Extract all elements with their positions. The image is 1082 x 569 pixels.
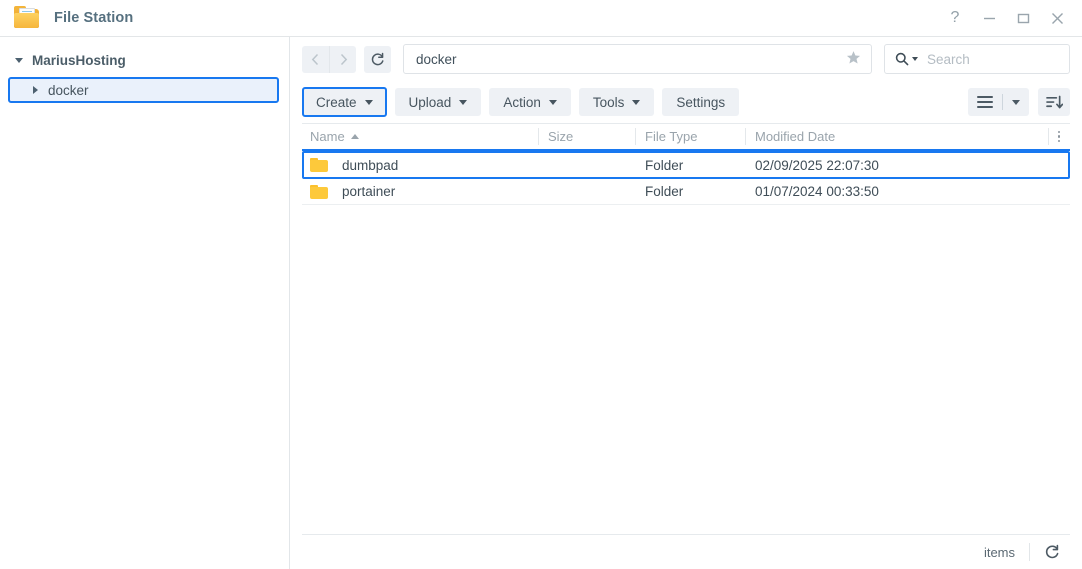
- refresh-button[interactable]: [364, 45, 391, 73]
- more-vertical-icon[interactable]: [1048, 124, 1070, 149]
- title-bar: File Station ?: [0, 0, 1082, 37]
- chevron-down-icon[interactable]: [912, 57, 918, 61]
- sidebar-root-label: MariusHosting: [32, 52, 126, 68]
- chevron-down-icon: [1012, 99, 1020, 105]
- action-button[interactable]: Action: [489, 88, 571, 116]
- action-button-label: Action: [503, 94, 541, 110]
- history-buttons: [302, 45, 356, 73]
- folder-icon: [14, 6, 40, 30]
- minimize-button[interactable]: [972, 3, 1006, 33]
- item-count-label: items: [983, 544, 1015, 560]
- search-icon[interactable]: [895, 52, 909, 66]
- help-button[interactable]: ?: [938, 3, 972, 33]
- folder-icon: [310, 184, 328, 199]
- settings-button-label: Settings: [676, 94, 726, 110]
- file-type-cell: Folder: [645, 184, 684, 199]
- sort-ascending-icon: [350, 134, 359, 139]
- file-station-window: File Station ? MariusHosting docker dock…: [0, 0, 1082, 569]
- chevron-right-icon: [340, 53, 347, 65]
- view-mode-dropdown-button[interactable]: [1003, 88, 1029, 116]
- maximize-icon: [1017, 13, 1029, 23]
- create-button[interactable]: Create: [302, 87, 387, 117]
- settings-button[interactable]: Settings: [662, 88, 740, 116]
- column-header-name[interactable]: Name: [302, 124, 538, 149]
- table-row[interactable]: dumbpad Folder 02/09/2025 22:07:30: [302, 151, 1070, 179]
- file-list: Name Size File Type Modified Date dumbpa…: [302, 123, 1070, 534]
- file-name-cell: portainer: [302, 184, 538, 199]
- file-date-cell: 02/09/2025 22:07:30: [755, 157, 879, 173]
- file-type-cell: Folder: [645, 157, 684, 173]
- tools-button[interactable]: Tools: [578, 88, 655, 116]
- upload-button[interactable]: Upload: [394, 88, 482, 116]
- tools-button-label: Tools: [592, 94, 625, 110]
- file-name-cell: dumbpad: [304, 158, 538, 173]
- status-bar: items: [302, 534, 1070, 569]
- folder-icon: [310, 158, 328, 172]
- window-title: File Station: [54, 10, 134, 26]
- column-header-file-type-label: File Type: [645, 129, 698, 144]
- search-box[interactable]: Search: [884, 44, 1070, 74]
- path-input[interactable]: docker: [416, 52, 846, 67]
- chevron-down-icon: [548, 99, 557, 105]
- navigation-bar: docker Search: [290, 37, 1082, 81]
- caret-right-icon[interactable]: [28, 86, 42, 94]
- file-name-label: dumbpad: [342, 157, 399, 173]
- sidebar-item-mariushosting[interactable]: MariusHosting: [0, 46, 289, 74]
- divider: [1029, 543, 1030, 561]
- file-date-cell: 01/07/2024 00:33:50: [755, 184, 879, 199]
- sidebar-item-docker[interactable]: docker: [8, 77, 279, 103]
- view-mode-group: [968, 88, 1029, 116]
- column-header-file-type[interactable]: File Type: [635, 124, 745, 149]
- create-button-label: Create: [316, 94, 357, 110]
- chevron-left-icon: [311, 53, 319, 65]
- upload-button-label: Upload: [408, 94, 452, 110]
- column-header-name-label: Name: [310, 129, 345, 144]
- minimize-icon: [983, 17, 995, 19]
- table-header: Name Size File Type Modified Date: [302, 124, 1070, 151]
- caret-down-icon[interactable]: [12, 57, 26, 63]
- star-icon[interactable]: [846, 50, 861, 69]
- sidebar-item-label: docker: [48, 82, 89, 98]
- list-view-icon[interactable]: [968, 88, 1002, 116]
- forward-button[interactable]: [329, 45, 356, 73]
- view-controls: [968, 88, 1070, 116]
- chevron-down-icon: [364, 99, 373, 105]
- refresh-icon: [371, 52, 384, 65]
- sidebar: MariusHosting docker: [0, 37, 290, 569]
- sort-descending-icon[interactable]: [1038, 88, 1070, 116]
- table-body: dumbpad Folder 02/09/2025 22:07:30 porta…: [302, 151, 1070, 534]
- chevron-down-icon: [632, 99, 641, 105]
- sidebar-children: docker: [8, 77, 279, 103]
- refresh-icon[interactable]: [1044, 544, 1060, 560]
- maximize-button[interactable]: [1006, 3, 1040, 33]
- back-button[interactable]: [302, 45, 329, 73]
- chevron-down-icon: [459, 99, 468, 105]
- close-button[interactable]: [1040, 3, 1074, 33]
- window-body: MariusHosting docker docker Search Creat…: [0, 37, 1082, 569]
- search-input[interactable]: Search: [927, 52, 970, 67]
- column-header-modified-date-label: Modified Date: [755, 129, 836, 144]
- action-toolbar: Create Upload Action Tools Settings: [290, 81, 1082, 123]
- column-header-size-label: Size: [548, 129, 574, 144]
- window-controls: ?: [938, 3, 1074, 33]
- file-name-label: portainer: [342, 184, 396, 199]
- close-icon: [1051, 12, 1063, 24]
- column-header-modified-date[interactable]: Modified Date: [745, 124, 1048, 149]
- help-icon: ?: [950, 9, 960, 26]
- column-header-size[interactable]: Size: [538, 124, 635, 149]
- table-row[interactable]: portainer Folder 01/07/2024 00:33:50: [302, 179, 1070, 205]
- path-bar[interactable]: docker: [403, 44, 872, 74]
- content-pane: docker Search Create Upload Action Tools…: [290, 37, 1082, 569]
